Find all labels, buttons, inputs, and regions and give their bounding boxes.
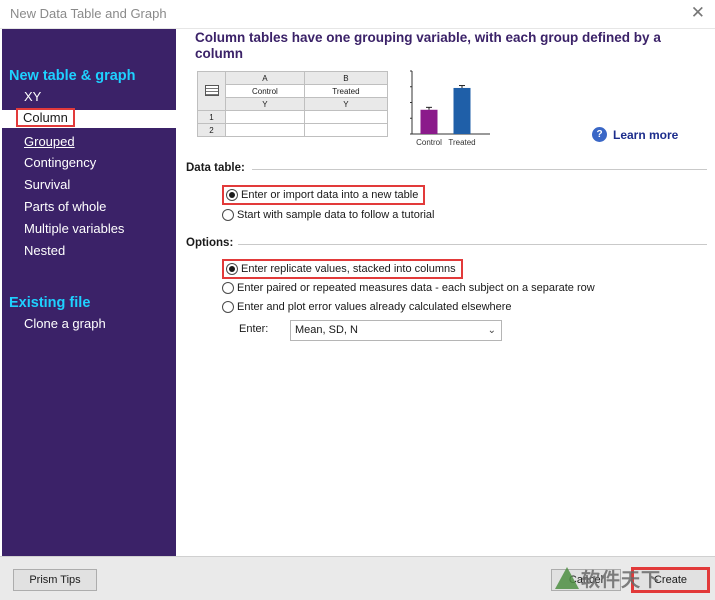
radio-replicate-values[interactable]: Enter replicate values, stacked into col… [222,259,463,279]
bar [420,109,438,134]
sidebar-item-multiple-variables[interactable]: Multiple variables [24,219,124,239]
window-title: New Data Table and Graph [10,6,167,21]
radio-button[interactable] [226,189,238,201]
preview-table: A B Control Treated Y Y 1 2 [197,71,389,137]
row-number: 2 [197,123,226,137]
section-existing-file: Existing file [9,295,91,311]
column-subtitle: Y [225,97,305,111]
divider [238,244,707,245]
sidebar-item-clone-graph[interactable]: Clone a graph [24,314,106,334]
sidebar-item-label: Column [16,108,75,127]
table-icon [204,84,219,96]
watermark-text: 软件天下 [581,569,662,591]
sidebar-item-xy[interactable]: XY [24,87,41,107]
sidebar-item-column[interactable]: Column [2,108,176,128]
radio-paired-data[interactable]: Enter paired or repeated measures data -… [222,282,595,294]
table-icon-cell [197,71,226,111]
sidebar-item-contingency[interactable]: Contingency [24,153,96,173]
table-cell [225,110,305,124]
help-icon: ? [592,127,607,142]
main-panel: Column tables have one grouping variable… [176,29,715,556]
table-cell [225,123,305,137]
bar [453,87,471,134]
table-cell [303,110,389,124]
enter-label: Enter: [239,323,269,335]
sidebar: New table & graph XY Column Grouped Cont… [2,29,176,556]
column-letter: B [303,71,389,85]
sidebar-item-survival[interactable]: Survival [24,175,70,195]
learn-more-link[interactable]: ? Learn more [592,127,678,142]
column-subtitle: Y [303,97,389,111]
watermark-logo: 软件天下 [555,563,661,593]
title-bar: New Data Table and Graph ✕ [0,0,715,29]
radio-label: Enter or import data into a new table [241,189,419,201]
data-table-label: Data table: [186,162,245,174]
column-letter: A [225,71,305,85]
preview-bar-chart: Control Treated [410,70,490,147]
radio-new-table[interactable]: Enter or import data into a new table [222,185,426,205]
row-number: 1 [197,110,226,124]
select-value: Mean, SD, N [295,324,358,336]
table-cell [303,123,389,137]
section-new-table: New table & graph [9,68,136,84]
divider [252,169,707,170]
x-tick-label: Control [416,138,442,147]
sidebar-item-grouped[interactable]: Grouped [24,132,75,152]
watermark-icon [555,567,579,589]
radio-label: Start with sample data to follow a tutor… [237,209,435,221]
radio-sample-data[interactable]: Start with sample data to follow a tutor… [222,209,434,221]
close-icon[interactable]: ✕ [691,3,705,23]
x-tick-label: Treated [448,138,475,147]
chevron-down-icon: ⌄ [487,325,496,336]
radio-button[interactable] [226,263,238,275]
radio-error-values[interactable]: Enter and plot error values already calc… [222,301,512,313]
dialog-footer: Prism Tips Cancel Create 软件天下 [0,556,715,600]
radio-button[interactable] [222,209,234,221]
radio-label: Enter and plot error values already calc… [237,301,512,313]
radio-label: Enter paired or repeated measures data -… [237,282,595,294]
column-title: Control [225,84,305,98]
radio-label: Enter replicate values, stacked into col… [241,263,456,275]
learn-more-label: Learn more [613,127,679,142]
column-title: Treated [303,84,389,98]
radio-button[interactable] [222,282,234,294]
sidebar-item-parts-of-whole[interactable]: Parts of whole [24,197,106,217]
page-heading: Column tables have one grouping variable… [195,30,661,61]
sidebar-item-nested[interactable]: Nested [24,241,65,261]
enter-format-select[interactable]: Mean, SD, N ⌄ [290,320,502,341]
radio-button[interactable] [222,301,234,313]
options-label: Options: [186,237,234,249]
prism-tips-button[interactable]: Prism Tips [13,569,97,591]
